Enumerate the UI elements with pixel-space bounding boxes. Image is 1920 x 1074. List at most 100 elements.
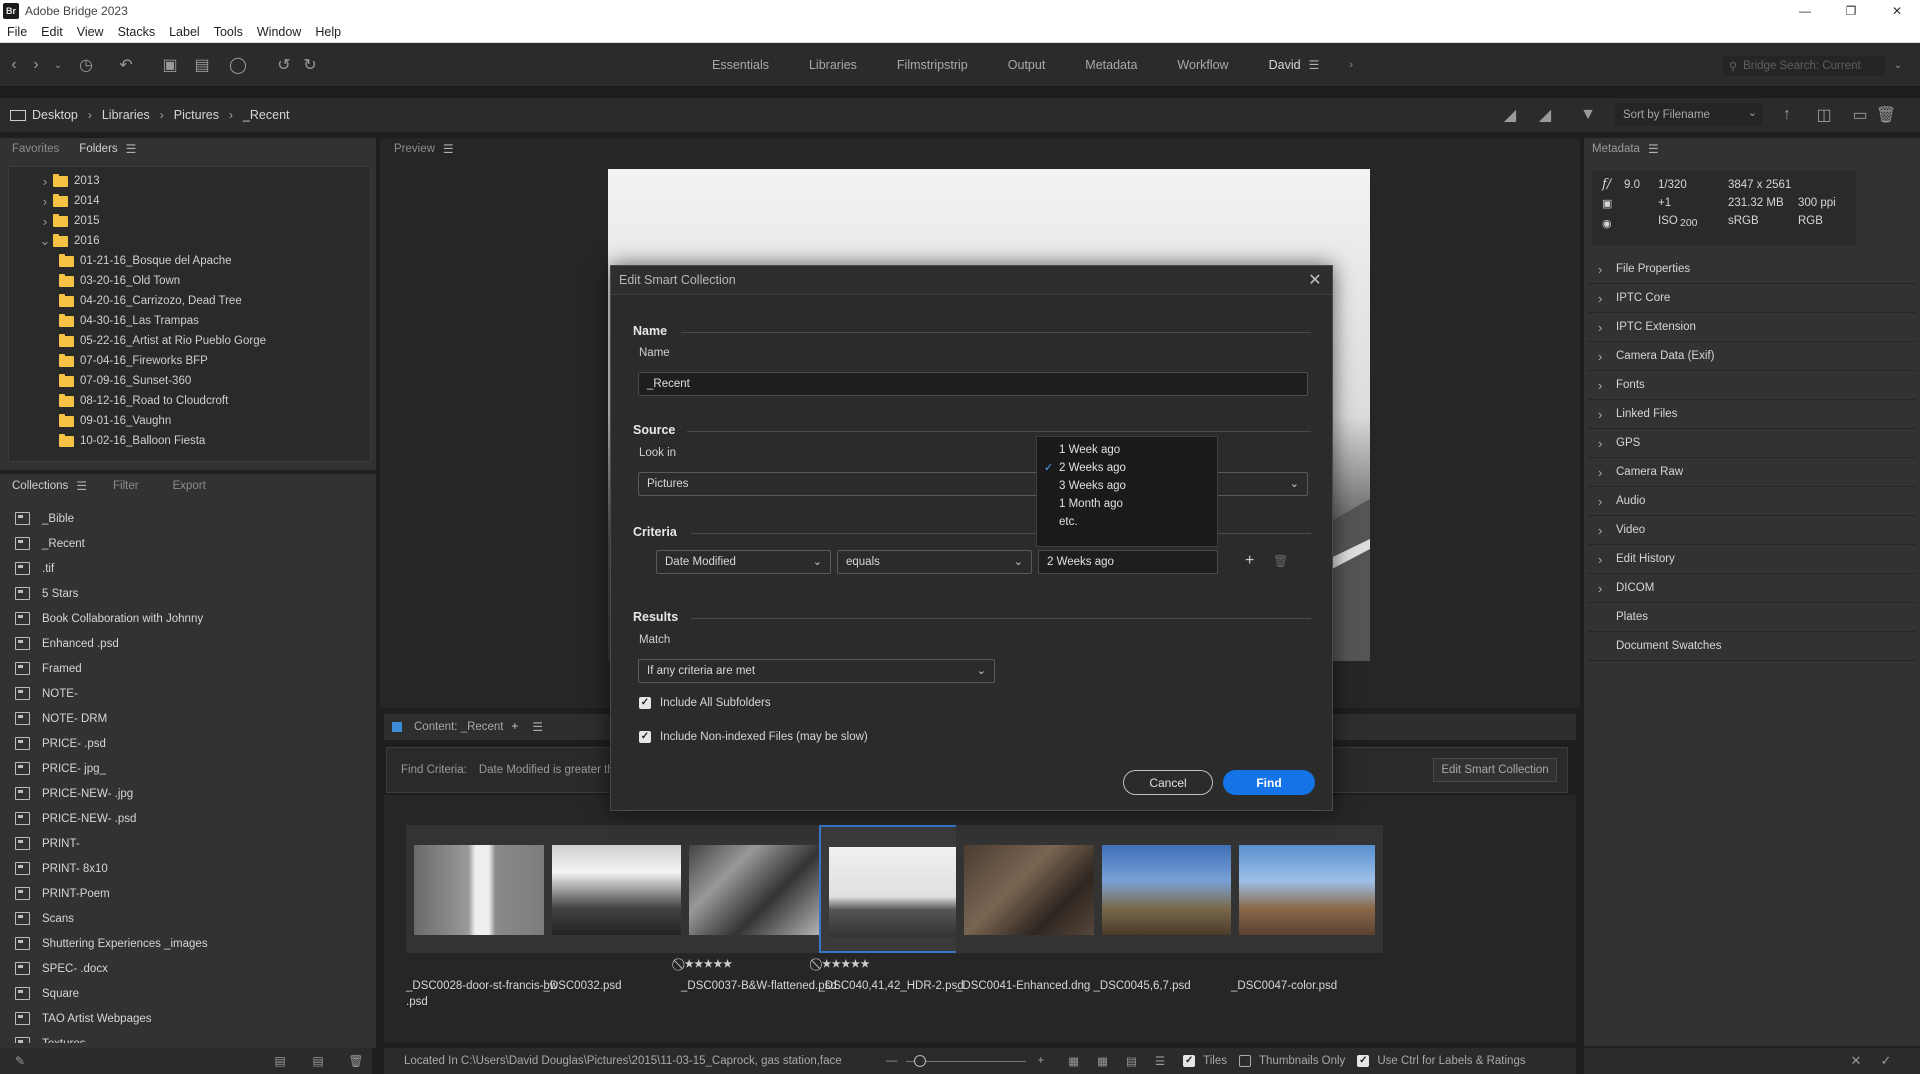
metadata-section[interactable]: › File Properties — [1588, 255, 1916, 284]
folder-item[interactable]: › 2015 — [9, 211, 370, 231]
folder-item[interactable]: 09-01-16_Vaughn — [9, 411, 370, 431]
find-button[interactable]: Find — [1223, 770, 1315, 795]
new-smart-collection-icon[interactable]: ▤ — [270, 1051, 290, 1071]
rotate-left-icon[interactable]: ↺ — [274, 55, 294, 75]
menu-stacks[interactable]: Stacks — [111, 25, 163, 39]
menu-tools[interactable]: Tools — [207, 25, 250, 39]
panel-menu-icon[interactable]: ☰ — [126, 142, 137, 156]
breadcrumb-desktop[interactable]: Desktop — [32, 108, 78, 122]
edit-smart-collection-button[interactable]: Edit Smart Collection — [1433, 758, 1557, 782]
new-folder-icon[interactable]: ▭ — [1850, 105, 1870, 125]
dropdown-option[interactable]: etc. — [1037, 513, 1217, 531]
trash-icon[interactable]: 🗑 — [1876, 105, 1896, 125]
minimize-button[interactable]: — — [1782, 0, 1828, 22]
chevron-down-icon[interactable]: ⌄ — [37, 233, 53, 249]
collection-item[interactable]: NOTE- DRM — [5, 706, 372, 731]
include-nonindexed-row[interactable]: ✓ Include Non-indexed Files (may be slow… — [639, 731, 868, 743]
collection-item[interactable]: _Recent — [5, 531, 372, 556]
new-collection-icon[interactable]: ▤ — [308, 1051, 328, 1071]
tab-workflow[interactable]: Workflow — [1157, 58, 1248, 72]
delete-collection-icon[interactable]: 🗑 — [346, 1051, 366, 1071]
thumbnail-card[interactable] — [406, 825, 558, 953]
metadata-section[interactable]: › IPTC Core — [1588, 284, 1916, 313]
tab-metadata[interactable]: Metadata — [1065, 58, 1157, 72]
panel-menu-icon[interactable]: ☰ — [443, 142, 454, 156]
metadata-section[interactable]: › Video — [1588, 516, 1916, 545]
menu-help[interactable]: Help — [308, 25, 348, 39]
metadata-section[interactable]: › GPS — [1588, 429, 1916, 458]
folder-item[interactable]: 03-20-16_Old Town — [9, 271, 370, 291]
zoom-out-icon[interactable]: — — [886, 1055, 898, 1067]
chevron-right-icon[interactable]: › — [37, 194, 53, 209]
collection-item[interactable]: PRICE-NEW- .psd — [5, 806, 372, 831]
menu-file[interactable]: File — [0, 25, 34, 39]
edit-icon[interactable]: ✎ — [10, 1051, 30, 1071]
filter-icon[interactable]: ▼ — [1578, 105, 1598, 125]
cancel-metadata-icon[interactable]: ✕ — [1846, 1051, 1866, 1071]
rating-stars[interactable]: ⃠ ★★★★★ — [819, 957, 870, 972]
close-icon[interactable]: ✕ — [1304, 269, 1326, 291]
folder-item[interactable]: 05-22-16_Artist at Rio Pueblo Gorge — [9, 331, 370, 351]
collection-item[interactable]: Shuttering Experiences _images — [5, 931, 372, 956]
tab-filmstrip[interactable]: Filmstripstrip — [877, 58, 988, 72]
folder-item[interactable]: › 2013 — [9, 171, 370, 191]
collection-item[interactable]: PRINT- 8x10 — [5, 856, 372, 881]
thumbnail-card[interactable] — [956, 825, 1108, 953]
collection-item[interactable]: .tif — [5, 556, 372, 581]
dropdown-option[interactable]: 3 Weeks ago — [1037, 477, 1217, 495]
collection-item[interactable]: Square — [5, 981, 372, 1006]
add-criteria-icon[interactable]: + — [1245, 552, 1254, 570]
thumbnail-card[interactable] — [543, 825, 696, 953]
folder-item[interactable]: 10-02-16_Balloon Fiesta — [9, 431, 370, 451]
collection-item[interactable]: NOTE- — [5, 681, 372, 706]
name-input[interactable]: _Recent — [638, 372, 1308, 396]
include-nonindexed-checkbox[interactable]: ✓ — [639, 731, 651, 743]
thumbnail-view-icon[interactable]: ▦ — [1097, 1054, 1108, 1068]
folder-item[interactable]: 07-09-16_Sunset-360 — [9, 371, 370, 391]
collection-item[interactable]: SPEC- .docx — [5, 956, 372, 981]
folder-item[interactable]: 07-04-16_Fireworks BFP — [9, 351, 370, 371]
folder-item[interactable]: ⌄ 2016 — [9, 231, 370, 251]
metadata-section[interactable]: Document Swatches — [1588, 632, 1916, 661]
menu-label[interactable]: Label — [162, 25, 207, 39]
collection-item[interactable]: Book Collaboration with Johnny — [5, 606, 372, 631]
breadcrumb-libraries[interactable]: Libraries — [102, 108, 150, 122]
metadata-section[interactable]: › Camera Raw — [1588, 458, 1916, 487]
dropdown-option[interactable]: ✓ 2 Weeks ago — [1037, 459, 1217, 477]
menu-view[interactable]: View — [70, 25, 111, 39]
list-view-icon[interactable]: ☰ — [1155, 1054, 1165, 1068]
breadcrumb-pictures[interactable]: Pictures — [174, 108, 219, 122]
collection-item[interactable]: PRICE- .psd — [5, 731, 372, 756]
tiles-checkbox[interactable]: ✓ — [1183, 1055, 1196, 1067]
criteria-field-select[interactable]: Date Modified ⌄ — [656, 550, 831, 574]
chevron-right-icon[interactable]: › — [37, 214, 53, 229]
tab-output[interactable]: Output — [988, 58, 1066, 72]
collection-item[interactable]: PRINT-Poem — [5, 881, 372, 906]
apply-metadata-icon[interactable]: ✓ — [1876, 1051, 1896, 1071]
collection-item[interactable]: PRICE-NEW- .jpg — [5, 781, 372, 806]
collection-item[interactable]: PRICE- jpg_ — [5, 756, 372, 781]
forward-icon[interactable]: › — [26, 55, 46, 75]
tab-favorites[interactable]: Favorites — [12, 143, 59, 155]
back-icon[interactable]: ‹ — [4, 55, 24, 75]
collection-item[interactable]: Framed — [5, 656, 372, 681]
metadata-section[interactable]: › Camera Data (Exif) — [1588, 342, 1916, 371]
more-workspaces-icon[interactable]: › — [1349, 59, 1353, 71]
refine-icon[interactable]: ▤ — [192, 55, 212, 75]
dropdown-option[interactable]: 1 Week ago — [1037, 441, 1217, 459]
match-select[interactable]: If any criteria are met ⌄ — [638, 659, 995, 683]
open-recent-icon[interactable]: ◯ — [228, 55, 248, 75]
search-options-icon[interactable]: ⌄ — [1888, 55, 1908, 75]
thumbnail-card[interactable] — [1231, 825, 1383, 953]
return-icon[interactable]: ↶ — [116, 55, 136, 75]
panel-menu-icon[interactable]: ☰ — [1648, 142, 1659, 156]
criteria-operator-select[interactable]: equals ⌄ — [837, 550, 1032, 574]
folder-item[interactable]: 08-12-16_Road to Cloudcroft — [9, 391, 370, 411]
sort-direction-icon[interactable]: ↑ — [1777, 105, 1797, 125]
folder-item[interactable]: › 2014 — [9, 191, 370, 211]
folder-item[interactable]: 04-20-16_Carrizozo, Dead Tree — [9, 291, 370, 311]
metadata-section[interactable]: › IPTC Extension — [1588, 313, 1916, 342]
collection-item[interactable]: TAO Artist Webpages — [5, 1006, 372, 1031]
chevron-right-icon[interactable]: › — [37, 174, 53, 189]
tab-folders[interactable]: Folders — [79, 143, 117, 155]
